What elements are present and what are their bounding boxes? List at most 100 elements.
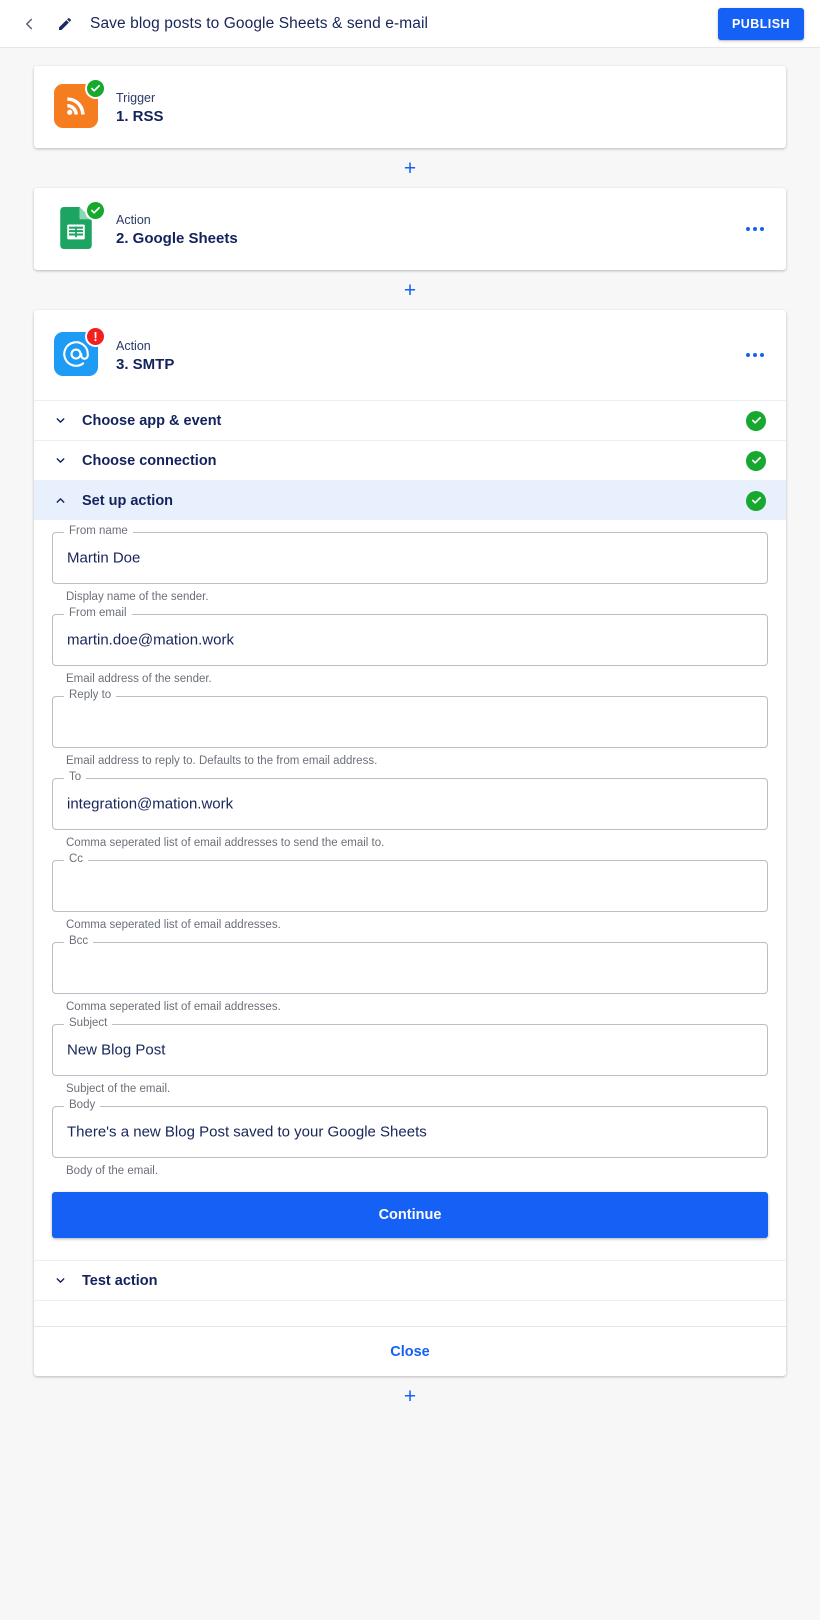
from-name-helper: Display name of the sender. [66, 591, 209, 603]
chevron-left-icon [25, 18, 33, 29]
chevron-down-icon [54, 414, 68, 427]
field-group-subject: Subject New Blog Post Subject of the ema… [52, 1017, 768, 1104]
pencil-icon [59, 17, 72, 30]
chevron-down-icon [54, 454, 68, 467]
cc-input[interactable]: Cc [52, 853, 768, 912]
check-circle-icon [91, 84, 100, 92]
accordion-choose-connection[interactable]: Choose connection [34, 440, 786, 480]
continue-button[interactable]: Continue [52, 1192, 768, 1238]
form-bottom-spacer [52, 1238, 768, 1260]
workflow-canvas: Trigger 1. RSS + Action 2. Google Sheets… [0, 48, 820, 1416]
check-circle-icon [751, 456, 761, 464]
to-label: To [64, 771, 87, 784]
status-badge [85, 78, 106, 99]
step-header-google-sheets[interactable]: Action 2. Google Sheets [34, 188, 786, 270]
chevron-down-icon [54, 1274, 68, 1287]
step-header-smtp[interactable]: ! Action 3. SMTP [34, 310, 786, 400]
rss-glyph-icon [67, 97, 85, 115]
from-email-input[interactable]: From email martin.doe@mation.work [52, 607, 768, 666]
bcc-label: Bcc [64, 935, 94, 948]
step-kind-label: Action [116, 212, 151, 227]
step-card-smtp[interactable]: ! Action 3. SMTP Choose app & event Choo… [34, 310, 786, 1376]
connector-3: + [0, 1376, 820, 1416]
reply-to-helper: Email address to reply to. Defaults to t… [66, 755, 378, 767]
from-name-input[interactable]: From name Martin Doe [52, 525, 768, 584]
step-card-rss[interactable]: Trigger 1. RSS [34, 66, 786, 148]
field-group-bcc: Bcc Comma seperated list of email addres… [52, 935, 768, 1022]
accordion-label: Test action [82, 1272, 158, 1289]
page-title: Save blog posts to Google Sheets & send … [90, 14, 429, 32]
check-circle-icon [91, 206, 100, 214]
accordion-test-action[interactable]: Test action [34, 1260, 786, 1300]
field-group-body: Body There's a new Blog Post saved to yo… [52, 1099, 768, 1186]
step-header-rss[interactable]: Trigger 1. RSS [34, 66, 786, 148]
step-name-label: 1. RSS [116, 108, 164, 126]
google-sheets-icon-wrapper [54, 200, 106, 252]
subject-input[interactable]: Subject New Blog Post [52, 1017, 768, 1076]
alert-circle-icon: ! [93, 329, 98, 344]
more-horizontal-icon [746, 353, 750, 357]
step-name-label: 3. SMTP [116, 356, 175, 374]
step-card-google-sheets[interactable]: Action 2. Google Sheets [34, 188, 786, 270]
accordion-complete-badge [746, 410, 766, 431]
body-label: Body [64, 1099, 101, 1112]
bcc-input[interactable]: Bcc [52, 935, 768, 994]
accordion-set-up-action[interactable]: Set up action [34, 480, 786, 520]
from-email-label: From email [64, 607, 132, 620]
subject-label: Subject [64, 1017, 113, 1030]
workflow-editor-page: Save blog posts to Google Sheets & send … [0, 0, 820, 1620]
at-glyph-icon [63, 341, 89, 367]
check-circle-icon [751, 496, 761, 504]
status-badge [85, 200, 106, 221]
from-name-label: From name [64, 525, 133, 538]
accordion-complete-badge [746, 490, 766, 511]
publish-button[interactable]: PUBLISH [717, 7, 804, 40]
add-step-button[interactable]: + [404, 280, 416, 301]
to-value: integration@mation.work [67, 795, 234, 813]
from-email-helper: Email address of the sender. [66, 673, 212, 685]
edit-title-button[interactable] [52, 11, 78, 37]
field-group-reply-to: Reply to Email address to reply to. Defa… [52, 689, 768, 776]
step-name-label: 2. Google Sheets [116, 230, 238, 248]
to-input[interactable]: To integration@mation.work [52, 771, 768, 830]
test-action-body [34, 1300, 786, 1326]
accordion-complete-badge [746, 450, 766, 471]
cc-label: Cc [64, 853, 89, 866]
step-menu-button[interactable] [746, 353, 764, 357]
set-up-action-form: From name Martin Doe Display name of the… [34, 520, 786, 1260]
body-value: There's a new Blog Post saved to your Go… [67, 1123, 427, 1141]
cc-helper: Comma seperated list of email addresses. [66, 919, 281, 931]
accordion-label: Set up action [82, 492, 174, 509]
step-menu-button[interactable] [746, 227, 764, 231]
accordion-choose-app-event[interactable]: Choose app & event [34, 400, 786, 440]
reply-to-label: Reply to [64, 689, 117, 702]
check-circle-icon [751, 416, 761, 424]
add-step-button[interactable]: + [404, 1386, 416, 1407]
chevron-up-icon [54, 494, 68, 507]
add-step-button[interactable]: + [404, 158, 416, 179]
body-helper: Body of the email. [66, 1165, 159, 1177]
close-button[interactable]: Close [390, 1344, 430, 1360]
bcc-helper: Comma seperated list of email addresses. [66, 1001, 281, 1013]
field-group-from-email: From email martin.doe@mation.work Email … [52, 607, 768, 694]
from-email-value: martin.doe@mation.work [67, 631, 234, 649]
step-kind-label: Trigger [116, 90, 156, 105]
app-header: Save blog posts to Google Sheets & send … [0, 0, 820, 48]
reply-to-input[interactable]: Reply to [52, 689, 768, 748]
subject-helper: Subject of the email. [66, 1083, 171, 1095]
field-group-from-name: From name Martin Doe Display name of the… [52, 525, 768, 612]
close-row: Close [34, 1326, 786, 1376]
accordion-label: Choose connection [82, 452, 217, 469]
subject-value: New Blog Post [67, 1041, 166, 1059]
body-input[interactable]: Body There's a new Blog Post saved to yo… [52, 1099, 768, 1158]
step-text-rss: Trigger 1. RSS [116, 89, 164, 126]
connector-1: + [0, 148, 820, 188]
field-group-cc: Cc Comma seperated list of email address… [52, 853, 768, 940]
status-badge: ! [85, 326, 106, 347]
smtp-icon-wrapper: ! [54, 326, 106, 378]
back-button[interactable] [16, 11, 42, 37]
from-name-value: Martin Doe [67, 549, 141, 567]
connector-2: + [0, 270, 820, 310]
step-text-smtp: Action 3. SMTP [116, 337, 174, 374]
step-kind-label: Action [116, 338, 151, 353]
